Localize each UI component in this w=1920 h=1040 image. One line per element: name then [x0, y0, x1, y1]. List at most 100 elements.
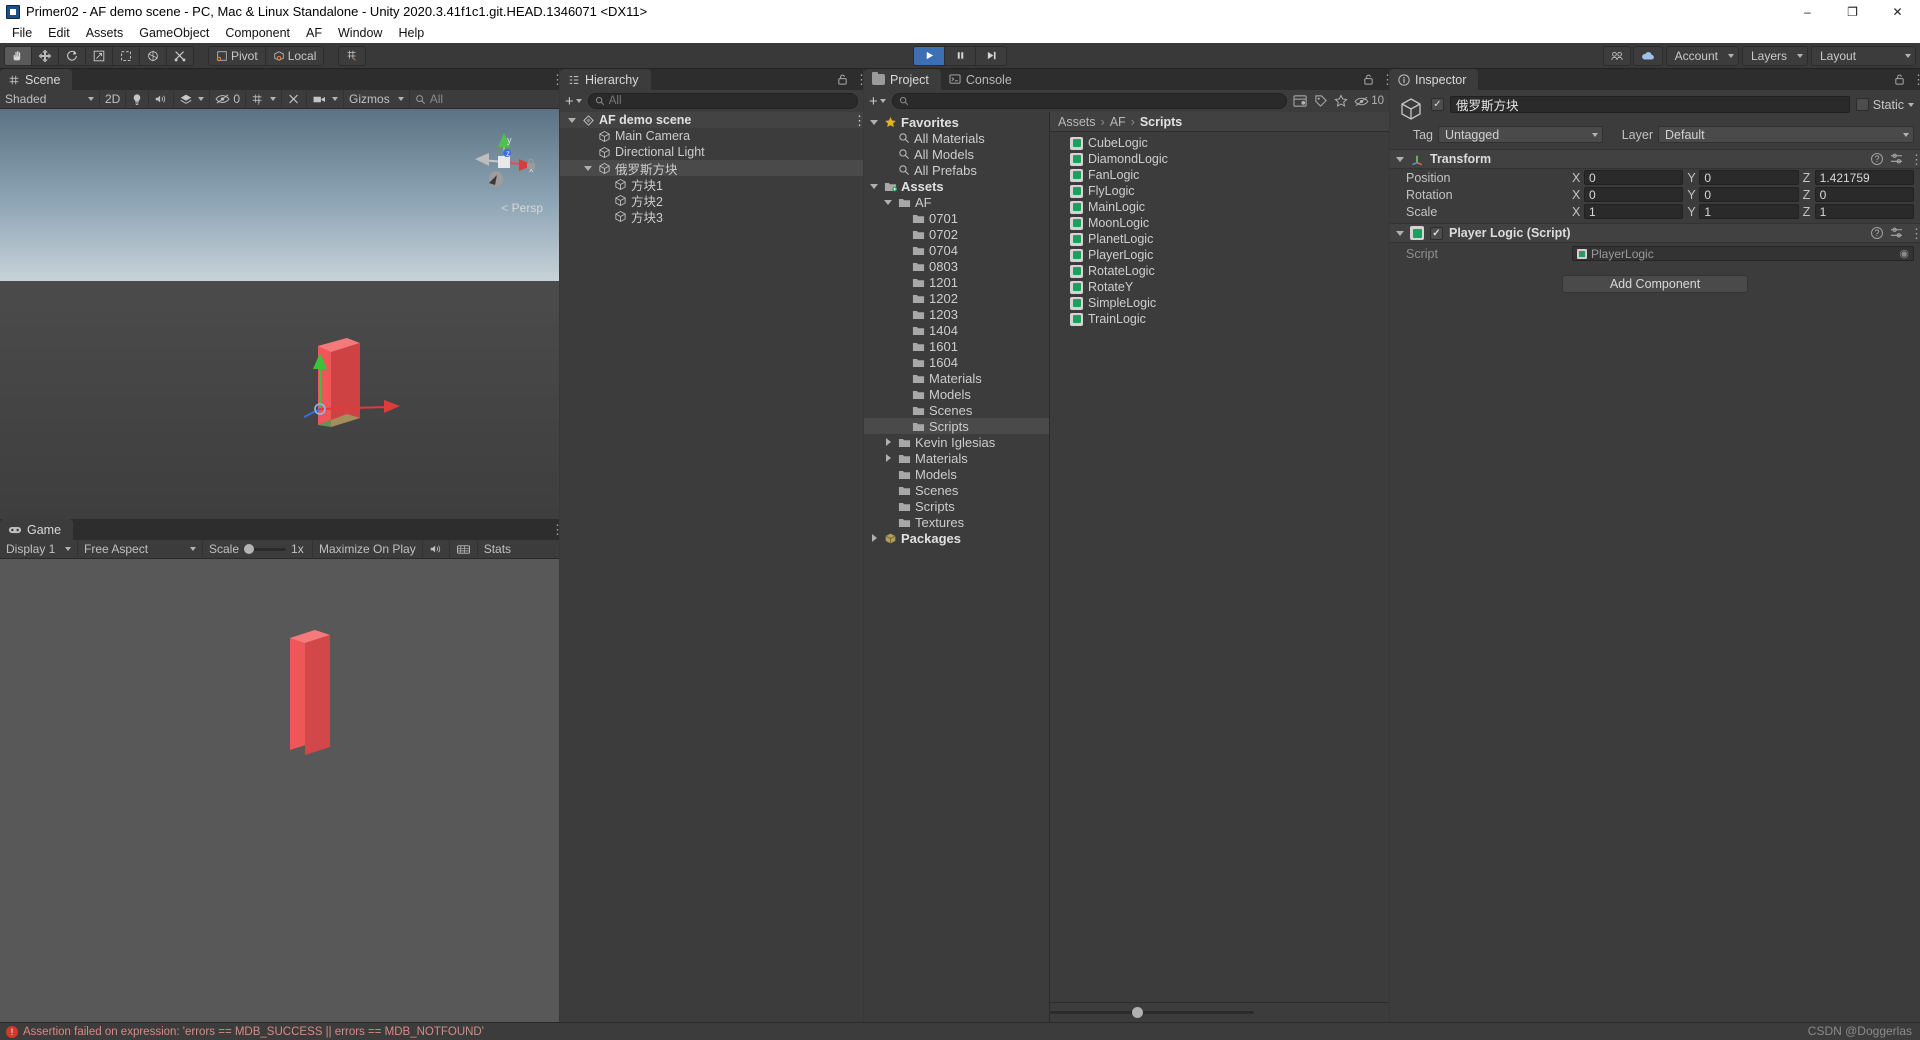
project-tree-item[interactable]: Materials — [864, 450, 1049, 466]
tag-dropdown[interactable]: Untagged — [1438, 126, 1603, 143]
shading-mode-dropdown[interactable]: Shaded — [0, 89, 100, 109]
create-object-button[interactable]: + — [565, 94, 582, 109]
project-asset-item[interactable]: SimpleLogic — [1050, 295, 1389, 311]
game-tab-menu[interactable]: ⋮ — [551, 519, 564, 540]
play-button[interactable] — [913, 45, 945, 66]
custom-tool-icon[interactable] — [166, 45, 194, 66]
expand-triangle-icon[interactable] — [582, 165, 594, 171]
project-asset-item[interactable]: PlanetLogic — [1050, 231, 1389, 247]
kebab-icon[interactable]: ⋮ — [551, 73, 564, 86]
status-bar[interactable]: ! Assertion failed on expression: 'error… — [0, 1022, 1920, 1040]
lock-icon[interactable] — [1363, 73, 1374, 86]
scale-slider-knob[interactable] — [244, 543, 255, 554]
hierarchy-item[interactable]: Directional Light — [560, 144, 863, 160]
axis-z-input[interactable]: 0 — [1814, 187, 1914, 202]
project-tree-item[interactable]: 1601 — [864, 338, 1049, 354]
project-tree-item[interactable]: Favorites — [864, 114, 1049, 130]
scene-camera-dropdown[interactable] — [307, 89, 345, 109]
project-tree-item[interactable]: 1404 — [864, 322, 1049, 338]
filter-by-type-icon[interactable] — [1293, 94, 1308, 108]
breadcrumb-assets[interactable]: Assets — [1058, 115, 1096, 129]
project-tree-item[interactable]: All Models — [864, 146, 1049, 162]
project-tree-item[interactable]: Materials — [864, 370, 1049, 386]
project-asset-item[interactable]: MoonLogic — [1050, 215, 1389, 231]
expand-triangle-icon[interactable] — [882, 199, 894, 205]
grid-snap-icon[interactable] — [338, 45, 367, 66]
lock-icon[interactable] — [525, 157, 537, 171]
tab-console[interactable]: Console — [940, 69, 1024, 90]
scene-grid-dropdown[interactable]: y — [246, 89, 283, 109]
project-tree-item[interactable]: 1201 — [864, 274, 1049, 290]
kebab-icon[interactable]: ⋮ — [1910, 227, 1920, 240]
scene-fx-dropdown[interactable] — [174, 89, 211, 109]
project-asset-item[interactable]: DiamondLogic — [1050, 151, 1389, 167]
transform-tool-icon[interactable] — [139, 45, 167, 66]
rect-tool-icon[interactable] — [112, 45, 140, 66]
help-icon[interactable]: ? — [1871, 227, 1883, 239]
project-search-input[interactable] — [891, 93, 1288, 109]
hand-tool-icon[interactable] — [4, 45, 32, 66]
axis-x-input[interactable]: 0 — [1584, 170, 1684, 185]
tab-inspector[interactable]: Inspector — [1390, 69, 1479, 90]
collab-icon[interactable] — [1602, 45, 1631, 66]
script-component-header[interactable]: ✓ Player Logic (Script) ? ⋮ — [1390, 223, 1920, 243]
kebab-icon[interactable]: ⋮ — [551, 523, 564, 536]
project-tree-item[interactable]: Kevin Iglesias — [864, 434, 1049, 450]
axis-x-input[interactable]: 0 — [1584, 187, 1684, 202]
project-asset-item[interactable]: FlyLogic — [1050, 183, 1389, 199]
hierarchy-item[interactable]: AF demo scene ⋮ — [560, 112, 863, 128]
project-tree-item[interactable]: 0702 — [864, 226, 1049, 242]
zoom-slider-track[interactable] — [1050, 1007, 1254, 1018]
project-tree-item[interactable]: Scenes — [864, 402, 1049, 418]
axis-x-input[interactable]: 1 — [1584, 204, 1684, 219]
project-asset-item[interactable]: CubeLogic — [1050, 135, 1389, 151]
axis-y-input[interactable]: 1 — [1699, 204, 1799, 219]
layers-dropdown[interactable]: Layers — [1741, 45, 1808, 66]
hierarchy-item[interactable]: 方块1 — [560, 176, 863, 193]
expand-triangle-icon[interactable] — [868, 119, 880, 125]
step-button[interactable] — [975, 45, 1007, 66]
hierarchy-item[interactable]: 俄罗斯方块 — [560, 160, 863, 177]
scene-tools-icon[interactable] — [282, 89, 308, 109]
project-tree-item[interactable]: Models — [864, 466, 1049, 482]
aspect-dropdown[interactable]: Free Aspect — [78, 539, 203, 559]
collapse-triangle-icon[interactable] — [1396, 156, 1404, 162]
object-name-input[interactable]: 俄罗斯方块 — [1450, 96, 1850, 113]
script-enabled-checkbox[interactable]: ✓ — [1430, 226, 1443, 240]
filter-by-label-icon[interactable] — [1314, 94, 1328, 108]
project-tree-item[interactable]: Scripts — [864, 498, 1049, 514]
kebab-icon[interactable]: ⋮ — [853, 114, 863, 127]
project-tree-item[interactable]: 0704 — [864, 242, 1049, 258]
breadcrumb-scripts[interactable]: Scripts — [1140, 115, 1182, 129]
project-create-button[interactable]: + — [869, 94, 886, 109]
stats-toggle[interactable]: Stats — [478, 540, 517, 559]
tab-project[interactable]: Project — [864, 69, 941, 90]
hierarchy-item[interactable]: Main Camera — [560, 128, 863, 144]
tab-scene[interactable]: Scene — [0, 69, 73, 90]
mute-audio-icon[interactable] — [423, 539, 450, 559]
hierarchy-item[interactable]: 方块2 — [560, 192, 863, 209]
hierarchy-search-input[interactable]: All — [587, 93, 858, 109]
project-tree-item[interactable]: 1203 — [864, 306, 1049, 322]
hierarchy-item[interactable]: 方块3 — [560, 208, 863, 225]
axis-y-input[interactable]: 0 — [1699, 187, 1799, 202]
scene-search-field[interactable]: All — [410, 90, 448, 109]
scene-audio-icon[interactable] — [149, 89, 175, 109]
pause-button[interactable] — [944, 45, 976, 66]
breadcrumb-af[interactable]: AF — [1110, 115, 1126, 129]
project-asset-item[interactable]: FanLogic — [1050, 167, 1389, 183]
project-tree-item[interactable]: 1202 — [864, 290, 1049, 306]
layout-dropdown[interactable]: Layout — [1811, 45, 1916, 66]
project-asset-item[interactable]: MainLogic — [1050, 199, 1389, 215]
static-checkbox[interactable] — [1855, 98, 1869, 111]
tab-hierarchy[interactable]: Hierarchy — [560, 69, 651, 90]
display-dropdown[interactable]: Display 1 — [0, 539, 78, 559]
preset-icon[interactable] — [1890, 227, 1903, 239]
layer-dropdown[interactable]: Default — [1658, 126, 1914, 143]
menu-file[interactable]: File — [4, 24, 40, 42]
collapse-triangle-icon[interactable] — [882, 454, 894, 462]
kebab-icon[interactable]: ⋮ — [1381, 73, 1394, 86]
project-asset-item[interactable]: PlayerLogic — [1050, 247, 1389, 263]
cloud-icon[interactable] — [1632, 45, 1663, 66]
zoom-slider-knob[interactable] — [1131, 1007, 1143, 1018]
